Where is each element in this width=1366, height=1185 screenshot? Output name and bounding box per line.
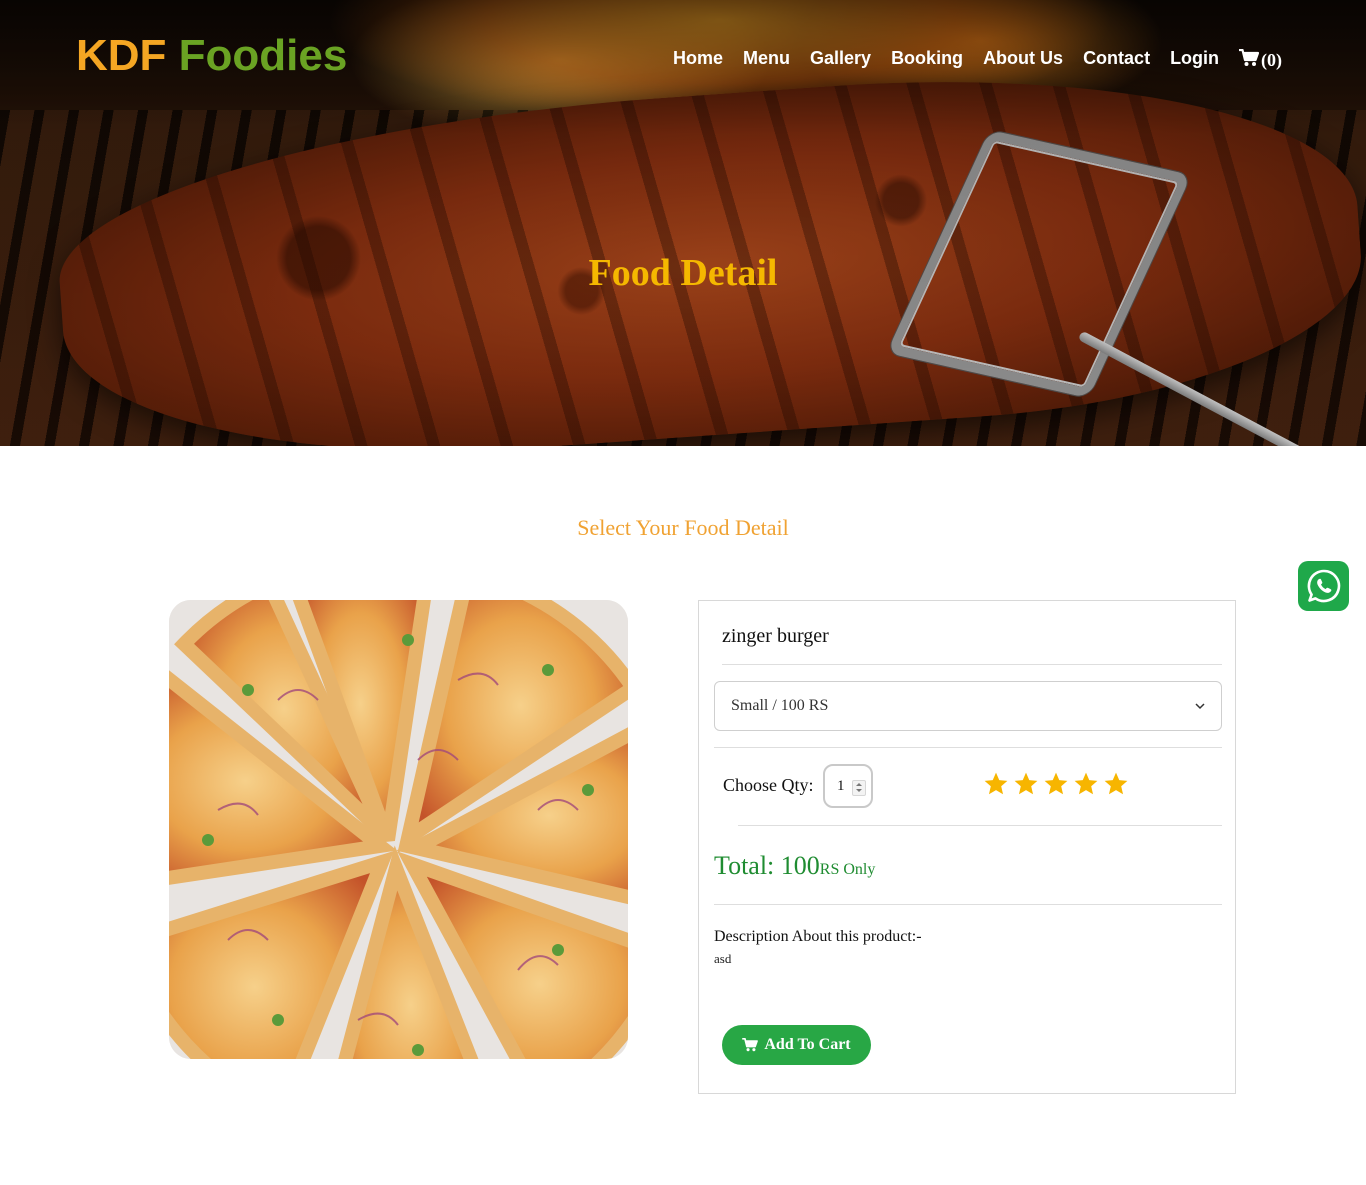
nav-about-us[interactable]: About Us [983,46,1063,70]
whatsapp-button[interactable] [1298,561,1349,611]
size-select-value: Small / 100 RS [731,697,829,714]
logo-part-foodies: Foodies [178,31,348,80]
page-title: Food Detail [588,252,778,294]
total-price: Total: 100RS Only [714,851,875,885]
logo-part-kdf: KDF [76,31,167,80]
qty-spinner[interactable] [852,780,866,796]
whatsapp-icon [1307,569,1340,603]
divider [738,825,1222,826]
hero-banner: KDF Foodies Home Menu Gallery Booking Ab… [0,0,1366,446]
star-icon [1044,772,1068,795]
product-image [169,600,628,1059]
pizza-image [169,600,628,1059]
star-icon [984,772,1008,795]
description-label: Description About this product:- [714,928,922,945]
qty-label: Choose Qty: [723,775,814,795]
cart-count: (0) [1261,50,1283,70]
section-title: Select Your Food Detail [577,515,789,540]
description-text: asd [714,951,732,966]
nav-contact[interactable]: Contact [1083,46,1150,70]
star-icon [1074,772,1098,795]
size-select[interactable]: Small / 100 RS [714,681,1222,731]
star-icon [1104,772,1128,795]
divider [714,747,1222,748]
site-logo[interactable]: KDF Foodies [76,30,347,82]
nav-booking[interactable]: Booking [891,46,963,70]
nav-gallery[interactable]: Gallery [810,46,871,70]
nav-menu[interactable]: Menu [743,46,790,70]
divider [714,904,1222,905]
qty-input[interactable]: 1 [823,764,873,808]
cart-button[interactable]: (0) [1239,44,1282,72]
divider [722,664,1222,665]
add-to-cart-label: Add To Cart [764,1036,851,1053]
shopping-cart-icon [742,1038,759,1052]
nav-home[interactable]: Home [673,46,723,70]
add-to-cart-button[interactable]: Add To Cart [722,1025,871,1065]
rating-stars [983,771,1129,797]
product-detail-card: zinger burger Small / 100 RS Choose Qty:… [698,600,1236,1094]
star-icon [1014,772,1038,795]
shopping-cart-icon [1239,49,1260,66]
product-name: zinger burger [722,625,829,647]
total-unit: RS Only [819,861,876,878]
nav-login[interactable]: Login [1170,46,1219,70]
main-nav: Home Menu Gallery Booking About Us Conta… [673,44,1282,72]
qty-value: 1 [837,777,845,794]
chevron-down-icon [1195,702,1205,709]
total-amount: Total: 100 [714,851,820,880]
